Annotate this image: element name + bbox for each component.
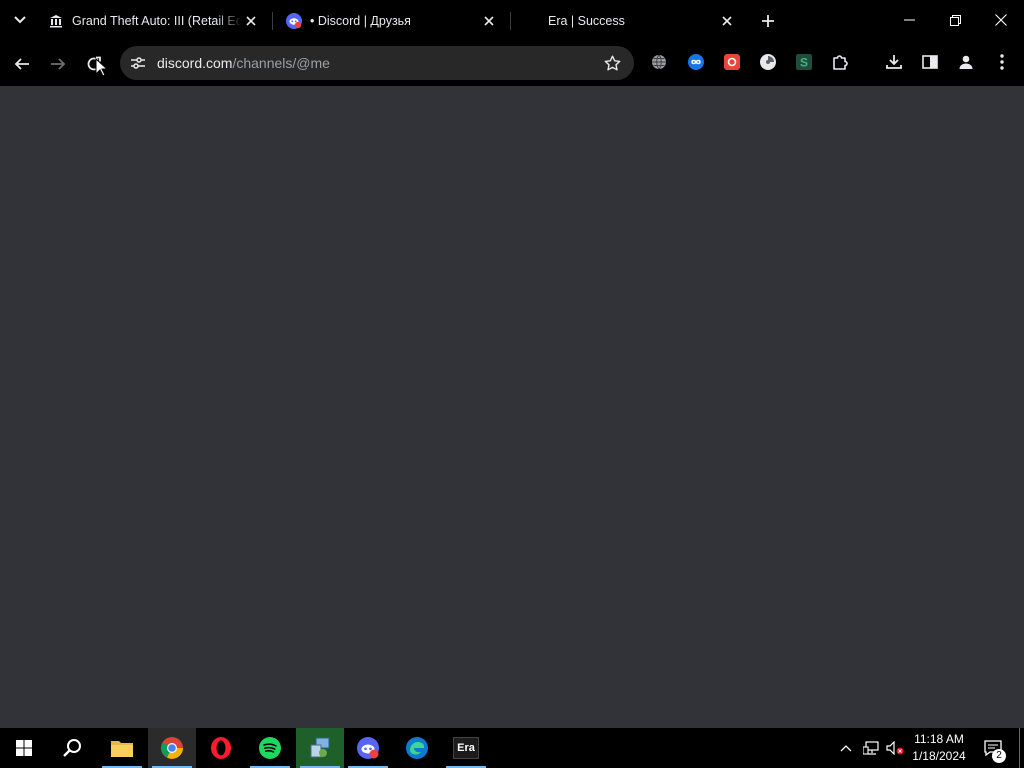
download-icon bbox=[886, 55, 902, 69]
close-icon bbox=[995, 14, 1007, 26]
extension-globe[interactable] bbox=[650, 53, 668, 71]
taskbar-opera[interactable] bbox=[197, 728, 245, 768]
downloads-button[interactable] bbox=[885, 53, 903, 71]
network-tray-button[interactable] bbox=[860, 728, 882, 768]
show-hidden-icons-button[interactable] bbox=[836, 728, 856, 768]
address-bar[interactable]: discord.com/channels/@me bbox=[120, 46, 634, 80]
taskbar-control-panel[interactable] bbox=[296, 728, 344, 768]
kebab-menu-icon bbox=[1000, 54, 1004, 70]
forward-button[interactable] bbox=[44, 50, 72, 78]
action-center-button[interactable] bbox=[978, 728, 1008, 768]
chevron-up-icon bbox=[840, 744, 852, 751]
menu-button[interactable] bbox=[993, 53, 1011, 71]
profile-button[interactable] bbox=[957, 53, 975, 71]
restore-button[interactable] bbox=[932, 0, 978, 40]
close-tab-icon[interactable] bbox=[480, 12, 498, 30]
close-window-button[interactable] bbox=[978, 0, 1024, 40]
taskbar-spotify[interactable] bbox=[246, 728, 294, 768]
profile-icon bbox=[959, 55, 973, 69]
restore-icon bbox=[949, 14, 961, 26]
taskbar-edge[interactable] bbox=[393, 728, 441, 768]
pie-icon bbox=[760, 54, 776, 70]
show-desktop-button[interactable] bbox=[1019, 728, 1020, 768]
taskbar-clock[interactable]: 11:18 AM 1/18/2024 bbox=[904, 731, 974, 765]
windows-logo-icon bbox=[16, 740, 32, 756]
browser-toolbar: discord.com/channels/@me S bbox=[0, 42, 1024, 86]
extension-infinity[interactable] bbox=[687, 53, 705, 71]
tab-separator bbox=[272, 12, 273, 30]
svg-text:S: S bbox=[800, 56, 808, 70]
back-button[interactable] bbox=[8, 50, 36, 78]
side-panel-icon bbox=[922, 55, 938, 69]
url-host: discord.com bbox=[157, 55, 233, 71]
red-square-icon bbox=[724, 54, 740, 70]
minimize-icon bbox=[903, 19, 915, 21]
opera-icon bbox=[211, 737, 231, 759]
discord-icon bbox=[286, 13, 302, 29]
clock-date: 1/18/2024 bbox=[912, 749, 966, 763]
bookmark-star-button[interactable] bbox=[602, 53, 622, 73]
era-app-icon: Era bbox=[453, 737, 479, 759]
spotify-icon bbox=[259, 737, 281, 759]
taskbar-era[interactable]: Era bbox=[442, 728, 490, 768]
extension-pie[interactable] bbox=[759, 53, 777, 71]
volume-muted-icon bbox=[886, 741, 904, 755]
tab-title: Era | Success bbox=[548, 14, 625, 28]
close-tab-icon[interactable] bbox=[718, 12, 736, 30]
windows-taskbar: Era 11:18 AM 1/18/2024 2 bbox=[0, 728, 1024, 768]
control-panel-icon bbox=[310, 737, 330, 758]
plus-icon bbox=[762, 15, 774, 27]
search-icon bbox=[63, 739, 81, 757]
taskbar-file-explorer[interactable] bbox=[98, 728, 146, 768]
extension-s[interactable]: S bbox=[795, 53, 813, 71]
extensions-button[interactable] bbox=[831, 53, 849, 71]
discord-icon bbox=[357, 737, 379, 759]
extension-red[interactable] bbox=[723, 53, 741, 71]
url-text[interactable]: discord.com/channels/@me bbox=[157, 55, 330, 71]
tab-gta3[interactable]: Grand Theft Auto: III (Retail Edition) bbox=[48, 0, 268, 42]
volume-tray-button[interactable] bbox=[884, 728, 906, 768]
search-button[interactable] bbox=[48, 728, 96, 768]
side-panel-button[interactable] bbox=[921, 53, 939, 71]
new-tab-button[interactable] bbox=[757, 10, 779, 32]
close-tab-icon[interactable] bbox=[242, 12, 260, 30]
puzzle-icon bbox=[833, 55, 848, 70]
infinity-icon bbox=[688, 54, 704, 70]
blank-page-icon bbox=[524, 13, 540, 29]
globe-icon bbox=[652, 54, 666, 70]
folder-icon bbox=[111, 741, 133, 757]
mouse-cursor-icon bbox=[95, 58, 107, 77]
minimize-button[interactable] bbox=[886, 0, 932, 40]
tab-title: Grand Theft Auto: III (Retail Edition) bbox=[72, 14, 242, 28]
page-content-area[interactable] bbox=[0, 86, 1024, 728]
arrow-left-icon bbox=[14, 58, 29, 70]
start-button[interactable] bbox=[0, 728, 48, 768]
star-icon bbox=[604, 55, 620, 70]
tab-search-button[interactable] bbox=[6, 8, 34, 32]
clock-time: 11:18 AM bbox=[914, 732, 964, 746]
notification-count-badge: 2 bbox=[992, 749, 1006, 763]
tab-discord[interactable]: • Discord | Друзья bbox=[286, 0, 506, 42]
tab-separator bbox=[510, 12, 511, 30]
museum-icon bbox=[48, 13, 64, 29]
tab-era[interactable]: Era | Success bbox=[524, 0, 744, 42]
s-icon: S bbox=[796, 54, 812, 70]
taskbar-chrome[interactable] bbox=[148, 728, 196, 768]
chevron-down-icon bbox=[14, 16, 26, 24]
chrome-icon bbox=[161, 737, 183, 759]
tune-icon bbox=[131, 57, 145, 69]
tab-title: • Discord | Друзья bbox=[310, 14, 411, 28]
url-path: /channels/@me bbox=[232, 55, 330, 71]
tab-strip: Grand Theft Auto: III (Retail Edition) •… bbox=[0, 0, 1024, 42]
network-icon bbox=[863, 741, 879, 755]
arrow-right-icon bbox=[51, 58, 66, 70]
site-info-button[interactable] bbox=[123, 48, 153, 78]
taskbar-discord[interactable] bbox=[344, 728, 392, 768]
edge-icon bbox=[406, 737, 428, 759]
